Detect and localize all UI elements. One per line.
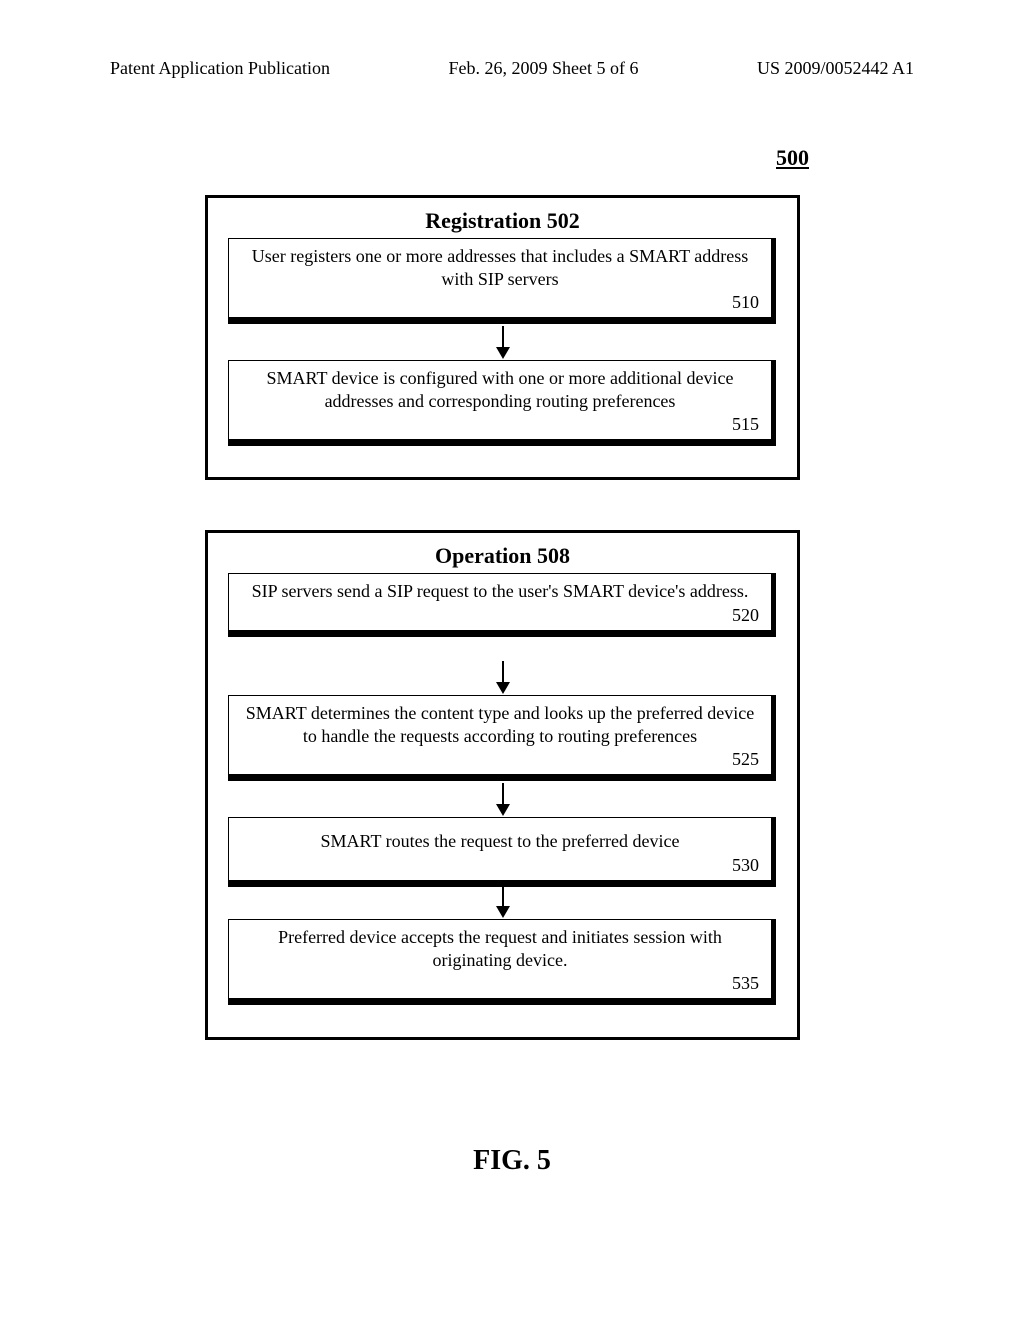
- step-number: 515: [239, 414, 761, 435]
- step-number: 535: [239, 973, 761, 994]
- step-text: Preferred device accepts the request and…: [239, 926, 761, 971]
- header-center: Feb. 26, 2009 Sheet 5 of 6: [448, 58, 638, 79]
- figure-label: FIG. 5: [473, 1145, 551, 1177]
- step-box-520: SIP servers send a SIP request to the us…: [228, 573, 776, 637]
- operation-phase-container: Operation 508 SIP servers send a SIP req…: [205, 530, 800, 1040]
- arrow-icon: [496, 783, 510, 816]
- figure-number: 500: [776, 145, 809, 171]
- step-text: SMART device is configured with one or m…: [239, 367, 761, 412]
- step-box-535: Preferred device accepts the request and…: [228, 919, 776, 1005]
- step-number: 510: [239, 292, 761, 313]
- header-left: Patent Application Publication: [110, 58, 330, 79]
- step-text: SIP servers send a SIP request to the us…: [239, 580, 761, 603]
- step-box-530: SMART routes the request to the preferre…: [228, 817, 776, 887]
- arrow-icon: [496, 885, 510, 918]
- step-number: 520: [239, 605, 761, 626]
- step-box-515: SMART device is configured with one or m…: [228, 360, 776, 446]
- step-text: SMART routes the request to the preferre…: [239, 824, 761, 853]
- step-number: 530: [239, 855, 761, 876]
- step-text: SMART determines the content type and lo…: [239, 702, 761, 747]
- registration-phase-container: Registration 502 User registers one or m…: [205, 195, 800, 480]
- step-text: User registers one or more addresses tha…: [239, 245, 761, 290]
- arrow-icon: [496, 661, 510, 694]
- arrow-icon: [496, 326, 510, 359]
- header-right: US 2009/0052442 A1: [757, 58, 914, 79]
- document-header: Patent Application Publication Feb. 26, …: [110, 58, 914, 79]
- step-number: 525: [239, 749, 761, 770]
- step-box-525: SMART determines the content type and lo…: [228, 695, 776, 781]
- step-box-510: User registers one or more addresses tha…: [228, 238, 776, 324]
